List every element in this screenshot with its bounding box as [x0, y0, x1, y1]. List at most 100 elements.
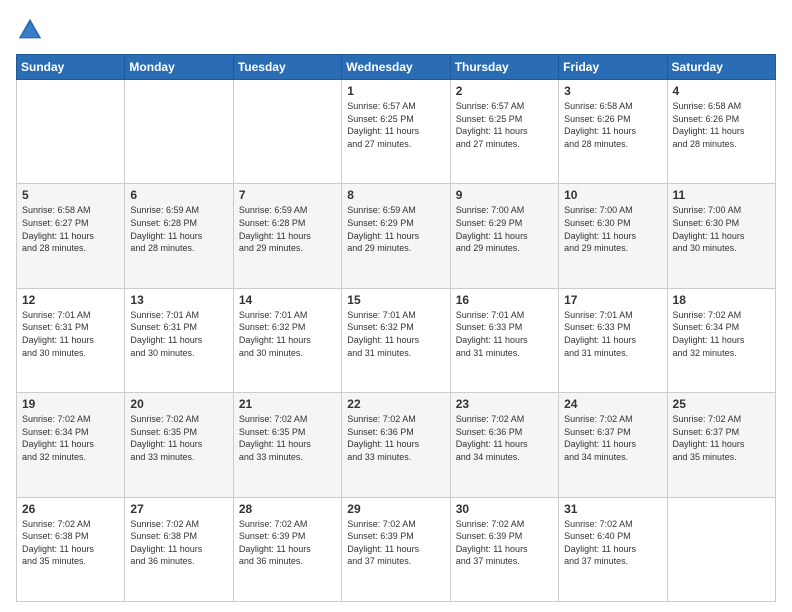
cell-info: Sunrise: 7:02 AM Sunset: 6:36 PM Dayligh… — [347, 413, 444, 463]
logo — [16, 16, 48, 44]
page: SundayMondayTuesdayWednesdayThursdayFrid… — [0, 0, 792, 612]
day-number: 21 — [239, 397, 336, 411]
calendar-cell — [17, 80, 125, 184]
cell-info: Sunrise: 7:02 AM Sunset: 6:35 PM Dayligh… — [130, 413, 227, 463]
week-row-4: 19 Sunrise: 7:02 AM Sunset: 6:34 PM Dayli… — [17, 393, 776, 497]
cell-info: Sunrise: 7:02 AM Sunset: 6:34 PM Dayligh… — [673, 309, 770, 359]
day-number: 18 — [673, 293, 770, 307]
day-number: 1 — [347, 84, 444, 98]
calendar-cell: 23Sunrise: 7:02 AM Sunset: 6:36 PM Dayli… — [450, 393, 558, 497]
calendar-cell: 25 Sunrise: 7:02 AM Sunset: 6:37 PM Dayli… — [667, 393, 775, 497]
cell-info: Sunrise: 7:01 AM Sunset: 6:33 PM Dayligh… — [564, 309, 661, 359]
calendar-cell: 28 Sunrise: 7:02 AM Sunset: 6:39 PM Dayli… — [233, 497, 341, 601]
calendar-cell: 6Sunrise: 6:59 AM Sunset: 6:28 PM Daylig… — [125, 184, 233, 288]
day-number: 29 — [347, 502, 444, 516]
calendar-cell: 4 Sunrise: 6:58 AM Sunset: 6:26 PM Daylig… — [667, 80, 775, 184]
calendar-cell: 18 Sunrise: 7:02 AM Sunset: 6:34 PM Dayli… — [667, 288, 775, 392]
col-header-saturday: Saturday — [667, 55, 775, 80]
calendar-cell: 16 Sunrise: 7:01 AM Sunset: 6:33 PM Dayli… — [450, 288, 558, 392]
calendar-cell: 5 Sunrise: 6:58 AM Sunset: 6:27 PM Daylig… — [17, 184, 125, 288]
calendar-cell: 26Sunrise: 7:02 AM Sunset: 6:38 PM Dayli… — [17, 497, 125, 601]
day-number: 11 — [673, 188, 770, 202]
day-number: 2 — [456, 84, 553, 98]
calendar-cell: 31 Sunrise: 7:02 AM Sunset: 6:40 PM Dayli… — [559, 497, 667, 601]
calendar-cell — [125, 80, 233, 184]
cell-info: Sunrise: 7:02 AM Sunset: 6:39 PM Dayligh… — [239, 518, 336, 568]
calendar-cell: 1Sunrise: 6:57 AM Sunset: 6:25 PM Daylig… — [342, 80, 450, 184]
cell-info: Sunrise: 7:01 AM Sunset: 6:33 PM Dayligh… — [456, 309, 553, 359]
logo-icon — [16, 16, 44, 44]
cell-info: Sunrise: 7:02 AM Sunset: 6:39 PM Dayligh… — [347, 518, 444, 568]
calendar-cell: 15 Sunrise: 7:01 AM Sunset: 6:32 PM Dayli… — [342, 288, 450, 392]
calendar-table: SundayMondayTuesdayWednesdayThursdayFrid… — [16, 54, 776, 602]
calendar-cell: 17 Sunrise: 7:01 AM Sunset: 6:33 PM Dayli… — [559, 288, 667, 392]
col-header-thursday: Thursday — [450, 55, 558, 80]
day-number: 9 — [456, 188, 553, 202]
col-header-monday: Monday — [125, 55, 233, 80]
calendar-cell: 3Sunrise: 6:58 AM Sunset: 6:26 PM Daylig… — [559, 80, 667, 184]
cell-info: Sunrise: 6:59 AM Sunset: 6:28 PM Dayligh… — [239, 204, 336, 254]
cell-info: Sunrise: 6:58 AM Sunset: 6:26 PM Dayligh… — [673, 100, 770, 150]
header — [16, 16, 776, 44]
cell-info: Sunrise: 7:02 AM Sunset: 6:40 PM Dayligh… — [564, 518, 661, 568]
cell-info: Sunrise: 7:01 AM Sunset: 6:32 PM Dayligh… — [347, 309, 444, 359]
calendar-cell: 30 Sunrise: 7:02 AM Sunset: 6:39 PM Dayli… — [450, 497, 558, 601]
day-number: 15 — [347, 293, 444, 307]
day-number: 20 — [130, 397, 227, 411]
day-number: 19 — [22, 397, 119, 411]
day-number: 14 — [239, 293, 336, 307]
cell-info: Sunrise: 6:57 AM Sunset: 6:25 PM Dayligh… — [456, 100, 553, 150]
calendar-cell: 11 Sunrise: 7:00 AM Sunset: 6:30 PM Dayli… — [667, 184, 775, 288]
day-number: 12 — [22, 293, 119, 307]
cell-info: Sunrise: 7:02 AM Sunset: 6:35 PM Dayligh… — [239, 413, 336, 463]
day-number: 17 — [564, 293, 661, 307]
day-number: 3 — [564, 84, 661, 98]
cell-info: Sunrise: 7:02 AM Sunset: 6:38 PM Dayligh… — [130, 518, 227, 568]
calendar-cell: 13Sunrise: 7:01 AM Sunset: 6:31 PM Dayli… — [125, 288, 233, 392]
cell-info: Sunrise: 7:00 AM Sunset: 6:29 PM Dayligh… — [456, 204, 553, 254]
week-row-1: 1 Sunrise: 6:57 AM Sunset: 6:25 PM Daylig… — [17, 80, 776, 184]
calendar-header-row: SundayMondayTuesdayWednesdayThursdayFrid… — [17, 55, 776, 80]
cell-info: Sunrise: 7:02 AM Sunset: 6:38 PM Dayligh… — [22, 518, 119, 568]
calendar-cell — [233, 80, 341, 184]
cell-info: Sunrise: 7:02 AM Sunset: 6:34 PM Dayligh… — [22, 413, 119, 463]
day-number: 5 — [22, 188, 119, 202]
calendar-cell: 29 Sunrise: 7:02 AM Sunset: 6:39 PM Dayli… — [342, 497, 450, 601]
cell-info: Sunrise: 7:02 AM Sunset: 6:37 PM Dayligh… — [564, 413, 661, 463]
day-number: 31 — [564, 502, 661, 516]
day-number: 25 — [673, 397, 770, 411]
col-header-wednesday: Wednesday — [342, 55, 450, 80]
calendar-cell: 7 Sunrise: 6:59 AM Sunset: 6:28 PM Daylig… — [233, 184, 341, 288]
cell-info: Sunrise: 7:02 AM Sunset: 6:36 PM Dayligh… — [456, 413, 553, 463]
day-number: 16 — [456, 293, 553, 307]
cell-info: Sunrise: 7:02 AM Sunset: 6:37 PM Dayligh… — [673, 413, 770, 463]
col-header-sunday: Sunday — [17, 55, 125, 80]
calendar-cell: 2 Sunrise: 6:57 AM Sunset: 6:25 PM Daylig… — [450, 80, 558, 184]
cell-info: Sunrise: 7:02 AM Sunset: 6:39 PM Dayligh… — [456, 518, 553, 568]
calendar-cell: 8 Sunrise: 6:59 AM Sunset: 6:29 PM Daylig… — [342, 184, 450, 288]
cell-info: Sunrise: 6:58 AM Sunset: 6:27 PM Dayligh… — [22, 204, 119, 254]
day-number: 27 — [130, 502, 227, 516]
cell-info: Sunrise: 7:01 AM Sunset: 6:32 PM Dayligh… — [239, 309, 336, 359]
cell-info: Sunrise: 6:59 AM Sunset: 6:29 PM Dayligh… — [347, 204, 444, 254]
day-number: 6 — [130, 188, 227, 202]
day-number: 4 — [673, 84, 770, 98]
day-number: 24 — [564, 397, 661, 411]
day-number: 7 — [239, 188, 336, 202]
calendar-cell: 10Sunrise: 7:00 AM Sunset: 6:30 PM Dayli… — [559, 184, 667, 288]
calendar-cell: 14 Sunrise: 7:01 AM Sunset: 6:32 PM Dayli… — [233, 288, 341, 392]
calendar-cell: 20 Sunrise: 7:02 AM Sunset: 6:35 PM Dayli… — [125, 393, 233, 497]
calendar-cell: 22 Sunrise: 7:02 AM Sunset: 6:36 PM Dayli… — [342, 393, 450, 497]
cell-info: Sunrise: 7:01 AM Sunset: 6:31 PM Dayligh… — [22, 309, 119, 359]
calendar-cell: 9 Sunrise: 7:00 AM Sunset: 6:29 PM Daylig… — [450, 184, 558, 288]
day-number: 8 — [347, 188, 444, 202]
day-number: 22 — [347, 397, 444, 411]
cell-info: Sunrise: 7:01 AM Sunset: 6:31 PM Dayligh… — [130, 309, 227, 359]
calendar-cell: 12 Sunrise: 7:01 AM Sunset: 6:31 PM Dayli… — [17, 288, 125, 392]
day-number: 28 — [239, 502, 336, 516]
week-row-3: 12 Sunrise: 7:01 AM Sunset: 6:31 PM Dayli… — [17, 288, 776, 392]
week-row-2: 5 Sunrise: 6:58 AM Sunset: 6:27 PM Daylig… — [17, 184, 776, 288]
calendar-cell: 19 Sunrise: 7:02 AM Sunset: 6:34 PM Dayli… — [17, 393, 125, 497]
cell-info: Sunrise: 7:00 AM Sunset: 6:30 PM Dayligh… — [673, 204, 770, 254]
day-number: 30 — [456, 502, 553, 516]
